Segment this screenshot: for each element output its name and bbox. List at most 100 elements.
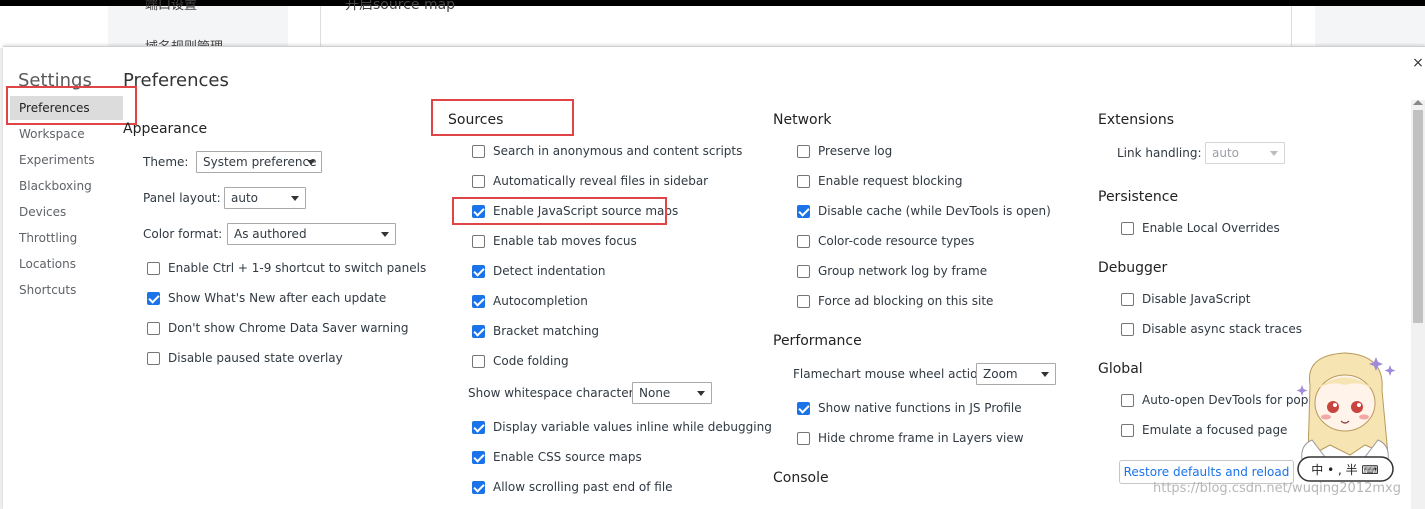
section-console: Console — [773, 470, 829, 486]
checkbox-checked[interactable] — [472, 480, 485, 494]
option-label: Bracket matching — [493, 324, 600, 338]
chevron-down-icon — [697, 391, 705, 396]
checkbox-checked[interactable] — [797, 401, 810, 415]
option-inline-values[interactable]: Display variable values inline while deb… — [472, 419, 772, 435]
checkbox[interactable] — [797, 174, 810, 188]
mascot-sticker: 中 • , 半 ⌨ — [1296, 352, 1396, 482]
option-label: Enable CSS source maps — [493, 450, 642, 464]
option-reveal-files[interactable]: Automatically reveal files in sidebar — [472, 173, 708, 189]
section-extensions: Extensions — [1098, 112, 1175, 128]
option-data-saver[interactable]: Don't show Chrome Data Saver warning — [147, 320, 408, 336]
tab-blackboxing[interactable]: Blackboxing — [19, 179, 92, 193]
option-request-blocking[interactable]: Enable request blocking — [797, 173, 963, 189]
option-detect-indentation[interactable]: Detect indentation — [472, 263, 605, 279]
checkbox[interactable] — [1121, 423, 1134, 437]
checkbox-checked[interactable] — [472, 264, 485, 278]
flamechart-select[interactable]: Zoom — [976, 363, 1056, 385]
panel-layout-label: Panel layout: — [143, 191, 221, 205]
background-content-text: 开启source map — [345, 0, 456, 13]
chevron-down-icon — [381, 232, 389, 237]
checkbox-checked[interactable] — [472, 450, 485, 464]
option-label: Disable JavaScript — [1142, 292, 1251, 306]
option-label: Group network log by frame — [818, 264, 988, 278]
option-tab-focus[interactable]: Enable tab moves focus — [472, 233, 637, 249]
tab-experiments[interactable]: Experiments — [19, 153, 95, 167]
checkbox[interactable] — [472, 354, 485, 368]
whitespace-select[interactable]: None — [632, 382, 712, 404]
option-native-functions[interactable]: Show native functions in JS Profile — [797, 400, 1022, 416]
whitespace-value: None — [639, 386, 671, 400]
checkbox[interactable] — [472, 234, 485, 248]
option-local-overrides[interactable]: Enable Local Overrides — [1121, 220, 1280, 236]
checkbox[interactable] — [1121, 221, 1134, 235]
checkbox[interactable] — [472, 144, 485, 158]
tab-throttling[interactable]: Throttling — [19, 231, 77, 245]
checkbox-checked[interactable] — [472, 324, 485, 338]
option-scroll-past-end[interactable]: Allow scrolling past end of file — [472, 479, 673, 495]
option-js-source-maps[interactable]: Enable JavaScript source maps — [472, 203, 678, 219]
checkbox-checked[interactable] — [472, 420, 485, 434]
option-css-source-maps[interactable]: Enable CSS source maps — [472, 449, 642, 465]
checkbox[interactable] — [147, 261, 160, 275]
checkbox[interactable] — [797, 431, 810, 445]
checkbox[interactable] — [1121, 393, 1134, 407]
tab-locations[interactable]: Locations — [19, 257, 76, 271]
checkbox[interactable] — [147, 351, 160, 365]
background-content — [320, 6, 1292, 48]
option-label: Disable paused state overlay — [168, 351, 343, 365]
link-handling-select[interactable]: auto — [1205, 142, 1285, 164]
option-label: Enable Local Overrides — [1142, 221, 1280, 235]
option-label: Code folding — [493, 354, 569, 368]
chevron-down-icon — [1041, 372, 1049, 377]
panel-layout-select[interactable]: auto — [224, 187, 306, 209]
scrollbar-thumb[interactable] — [1413, 110, 1423, 323]
theme-value: System preference — [203, 155, 317, 169]
background-nav-item: 端口设置 — [145, 0, 198, 13]
option-preserve-log[interactable]: Preserve log — [797, 143, 892, 159]
option-disable-cache[interactable]: Disable cache (while DevTools is open) — [797, 203, 1051, 219]
option-label: Hide chrome frame in Layers view — [818, 431, 1024, 445]
option-ctrl-shortcut[interactable]: Enable Ctrl + 1-9 shortcut to switch pan… — [147, 260, 426, 276]
checkbox-checked[interactable] — [797, 204, 810, 218]
option-label: Disable cache (while DevTools is open) — [818, 204, 1051, 218]
checkbox[interactable] — [797, 234, 810, 248]
theme-select[interactable]: System preference — [196, 151, 322, 173]
option-label: Enable JavaScript source maps — [493, 204, 679, 218]
checkbox[interactable] — [472, 174, 485, 188]
option-force-ad-blocking[interactable]: Force ad blocking on this site — [797, 293, 993, 309]
checkbox[interactable] — [1121, 322, 1134, 336]
option-disable-async-traces[interactable]: Disable async stack traces — [1121, 321, 1302, 337]
tab-shortcuts[interactable]: Shortcuts — [19, 283, 76, 297]
tab-preferences[interactable]: Preferences — [19, 101, 90, 115]
option-code-folding[interactable]: Code folding — [472, 353, 569, 369]
option-whats-new[interactable]: Show What's New after each update — [147, 290, 386, 306]
scroll-up-arrow-icon[interactable] — [1413, 100, 1423, 105]
checkbox-checked[interactable] — [147, 291, 160, 305]
option-autocompletion[interactable]: Autocompletion — [472, 293, 588, 309]
checkbox[interactable] — [1121, 292, 1134, 306]
option-hide-chrome-frame[interactable]: Hide chrome frame in Layers view — [797, 430, 1024, 446]
section-debugger: Debugger — [1098, 260, 1168, 276]
checkbox[interactable] — [797, 264, 810, 278]
option-emulate-focused[interactable]: Emulate a focused page — [1121, 422, 1287, 438]
link-handling-value: auto — [1212, 146, 1240, 160]
option-bracket-matching[interactable]: Bracket matching — [472, 323, 599, 339]
color-format-label: Color format: — [143, 227, 223, 241]
checkbox-checked[interactable] — [472, 294, 485, 308]
option-group-by-frame[interactable]: Group network log by frame — [797, 263, 987, 279]
flamechart-label: Flamechart mouse wheel action: — [793, 367, 990, 381]
option-color-code[interactable]: Color-code resource types — [797, 233, 974, 249]
mascot-badge-text: 中 • , 半 ⌨ — [1311, 462, 1378, 477]
close-icon[interactable]: × — [1411, 55, 1425, 71]
option-search-anonymous[interactable]: Search in anonymous and content scripts — [472, 143, 742, 159]
tab-workspace[interactable]: Workspace — [19, 127, 85, 141]
checkbox[interactable] — [147, 321, 160, 335]
option-disable-javascript[interactable]: Disable JavaScript — [1121, 291, 1250, 307]
tab-devices[interactable]: Devices — [19, 205, 66, 219]
checkbox[interactable] — [797, 294, 810, 308]
checkbox[interactable] — [797, 144, 810, 158]
color-format-select[interactable]: As authored — [227, 223, 396, 245]
option-paused-overlay[interactable]: Disable paused state overlay — [147, 350, 343, 366]
checkbox-checked[interactable] — [472, 204, 485, 218]
option-label: Autocompletion — [493, 294, 588, 308]
